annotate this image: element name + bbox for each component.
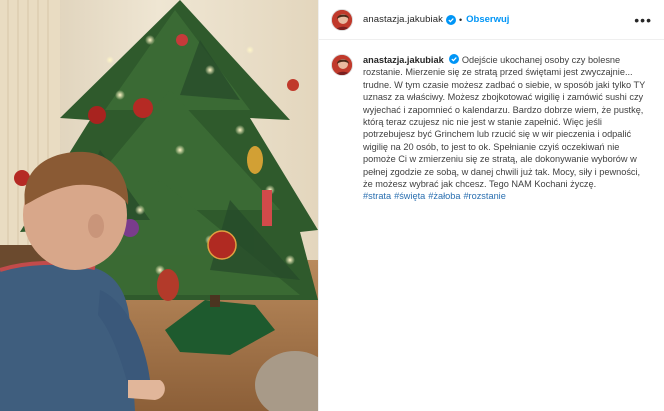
hashtag-rozstanie[interactable]: #rozstanie — [463, 191, 505, 201]
caption-text: Odejście ukochanej osoby czy bolesne roz… — [363, 55, 646, 190]
username-link[interactable]: anastazja.jakubiak — [363, 14, 443, 25]
post-caption: anastazja.jakubiak Odejście ukochanej os… — [363, 54, 647, 203]
hashtag-list: #strata #święta #żałoba #rozstanie — [363, 190, 647, 202]
more-options-icon[interactable]: ••• — [634, 13, 652, 27]
christmas-tree-photo — [0, 0, 318, 411]
hashtag-zaloba[interactable]: #żałoba — [428, 191, 460, 201]
caption-avatar[interactable] — [331, 54, 353, 76]
verified-badge-icon — [449, 54, 460, 64]
hashtag-swieta[interactable]: #święta — [394, 191, 425, 201]
profile-avatar[interactable] — [331, 8, 353, 31]
post-header: anastazja.jakubiak • Obserwuj ••• — [319, 0, 664, 40]
post-photo[interactable] — [0, 0, 318, 411]
separator-dot: • — [458, 14, 463, 25]
post-side-panel: anastazja.jakubiak • Obserwuj ••• anasta… — [318, 0, 664, 411]
caption-row: anastazja.jakubiak Odejście ukochanej os… — [319, 40, 664, 203]
verified-badge-icon — [445, 14, 456, 25]
follow-button[interactable]: Obserwuj — [466, 14, 509, 25]
caption-username[interactable]: anastazja.jakubiak — [363, 55, 444, 65]
hashtag-strata[interactable]: #strata — [363, 191, 391, 201]
